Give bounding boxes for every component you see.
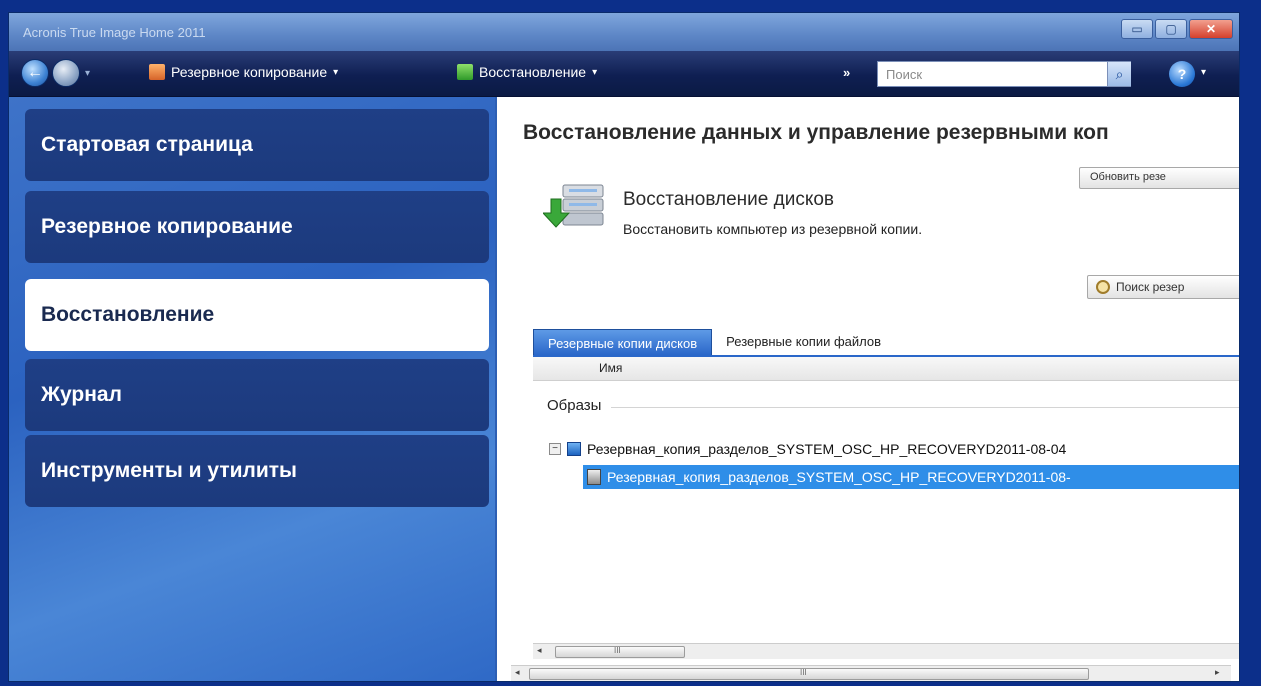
sidebar-item-log[interactable]: Журнал [25, 359, 489, 431]
disk-image-icon [587, 469, 601, 485]
menu-recovery-label: Восстановление [479, 64, 587, 80]
nav-buttons: ← ▾ [21, 59, 90, 87]
sidebar-item-label: Инструменты и утилиты [41, 459, 297, 482]
tree-item-parent[interactable]: − Резервная_копия_разделов_SYSTEM_OSC_HP… [549, 441, 1066, 457]
app-window: Acronis True Image Home 2011 ▭ ▢ ✕ ← ▾ Р… [8, 12, 1240, 682]
sidebar-item-label: Резервное копирование [41, 215, 293, 238]
tabs: Резервные копии дисков Резервные копии ф… [533, 327, 895, 355]
column-header[interactable]: Имя [533, 357, 1239, 381]
disk-recovery-icon [543, 184, 604, 228]
minimize-button[interactable]: ▭ [1121, 19, 1153, 39]
inner-horizontal-scrollbar[interactable]: ◂ III [533, 643, 1239, 659]
page-title: Восстановление данных и управление резер… [523, 121, 1109, 144]
forward-button[interactable] [52, 59, 80, 87]
chevron-down-icon: ▾ [333, 66, 339, 78]
section-description: Восстановить компьютер из резервной копи… [623, 221, 923, 237]
group-label: Образы [547, 397, 602, 414]
search-icon[interactable]: ⌕ [1107, 62, 1131, 86]
backup-menu-icon [149, 64, 165, 80]
scroll-left-icon[interactable]: ◂ [515, 667, 520, 678]
menu-backup-label: Резервное копирование [171, 64, 328, 80]
tab-file-backups[interactable]: Резервные копии файлов [712, 328, 895, 355]
maximize-button[interactable]: ▢ [1155, 19, 1187, 39]
window-controls: ▭ ▢ ✕ [1121, 19, 1233, 39]
sidebar-item-label: Стартовая страница [41, 133, 253, 156]
outer-horizontal-scrollbar[interactable]: ◂ III ▸ [511, 665, 1231, 681]
sidebar-item-recovery[interactable]: Восстановление [25, 279, 489, 351]
sidebar-item-tools[interactable]: Инструменты и утилиты [25, 435, 489, 507]
help-dropdown-icon[interactable]: ▾ [1201, 67, 1206, 78]
more-commands-icon[interactable]: » [843, 65, 850, 80]
help-button[interactable]: ? [1169, 61, 1195, 87]
scrollbar-thumb[interactable]: III [529, 668, 1089, 680]
magnifier-icon [1096, 280, 1110, 294]
grip-icon: III [800, 668, 807, 677]
window-title: Acronis True Image Home 2011 [23, 25, 206, 40]
sidebar-item-label: Журнал [41, 383, 122, 406]
tab-disk-backups[interactable]: Резервные копии дисков [533, 329, 713, 355]
sidebar-item-start[interactable]: Стартовая страница [25, 109, 489, 181]
history-dropdown-icon[interactable]: ▾ [85, 68, 90, 79]
scrollbar-thumb[interactable]: III [555, 646, 685, 658]
back-button[interactable]: ← [21, 59, 49, 87]
find-backup-button[interactable]: Поиск резер [1087, 275, 1239, 299]
group-divider [611, 407, 1239, 408]
toolbar: ← ▾ Резервное копирование ▾ Восстановлен… [9, 51, 1239, 97]
search-input[interactable]: Поиск [877, 61, 1131, 87]
recovery-menu-icon [457, 64, 473, 80]
scroll-right-icon[interactable]: ▸ [1215, 667, 1220, 678]
main-content: Восстановление данных и управление резер… [497, 97, 1239, 681]
grip-icon: III [614, 646, 621, 655]
section-title: Восстановление дисков [623, 189, 835, 210]
backup-archive-icon [567, 442, 581, 456]
scroll-left-icon[interactable]: ◂ [537, 645, 542, 656]
title-bar: Acronis True Image Home 2011 ▭ ▢ ✕ [9, 13, 1239, 51]
sidebar: Стартовая страница Резервное копирование… [9, 97, 495, 681]
tree-item-child-selected[interactable]: Резервная_копия_разделов_SYSTEM_OSC_HP_R… [583, 465, 1239, 489]
refresh-backups-button[interactable]: Обновить резе [1079, 167, 1239, 189]
collapse-icon[interactable]: − [549, 443, 561, 455]
sidebar-item-backup[interactable]: Резервное копирование [25, 191, 489, 263]
column-name-label: Имя [599, 361, 623, 375]
close-button[interactable]: ✕ [1189, 19, 1233, 39]
tree-item-label: Резервная_копия_разделов_SYSTEM_OSC_HP_R… [587, 441, 1067, 457]
sidebar-item-label: Восстановление [41, 303, 215, 326]
menu-recovery[interactable]: Восстановление ▾ [457, 64, 597, 80]
menu-backup[interactable]: Резервное копирование ▾ [149, 64, 338, 80]
find-backup-label: Поиск резер [1116, 280, 1185, 294]
tree-item-label: Резервная_копия_разделов_SYSTEM_OSC_HP_R… [607, 469, 1071, 485]
chevron-down-icon: ▾ [592, 66, 598, 78]
